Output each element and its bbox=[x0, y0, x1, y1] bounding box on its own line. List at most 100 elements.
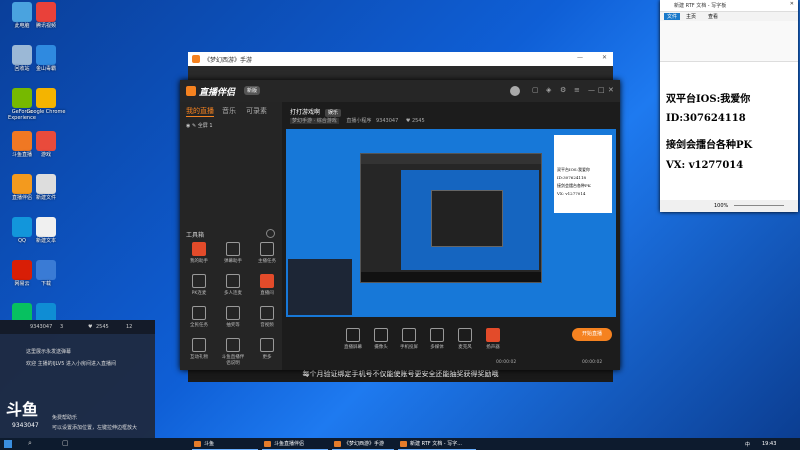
desktop-icon[interactable]: 新建文件 bbox=[26, 174, 66, 201]
tab-file[interactable]: 文件 bbox=[664, 13, 681, 20]
tool-icon bbox=[260, 306, 274, 320]
taskbar-app[interactable]: 斗鱼直播伴侣 bbox=[262, 438, 328, 450]
tool-button[interactable]: 互动礼物 bbox=[186, 338, 212, 360]
menu-icon[interactable]: ≡ bbox=[574, 86, 580, 94]
tools-grid: 我的助手 弹幕助手 主播任务 PK连麦 多人连麦 直播间全民任务 抽奖等 音视频互动礼物 斗鱼直… bbox=[180, 242, 282, 370]
tool-button[interactable]: 我的助手 bbox=[186, 242, 212, 264]
wordpad-title: 新建 RTF 文档 - 写字板 bbox=[674, 3, 727, 9]
app-icon bbox=[36, 88, 56, 108]
eye-icon: ◉ ✎ bbox=[186, 123, 198, 129]
desktop-icon-label: 游戏 bbox=[40, 152, 51, 158]
scene-panel: 我的直播 音乐 可录素 ◉ ✎ 全屏 1 工具箱 我的助手 弹幕助手 主播任务 PK连… bbox=[180, 102, 282, 370]
control-button[interactable]: 手机投屏 bbox=[396, 328, 422, 350]
category-label[interactable]: 梦幻手游 · 综合游戏 bbox=[290, 118, 339, 124]
fans-count: 2545 bbox=[411, 118, 425, 124]
chat-message: 免费帮助乐 bbox=[52, 415, 78, 421]
scene-item[interactable]: ◉ ✎ 全屏 1 bbox=[186, 122, 213, 129]
nested-wordpad-line: 双平台IOS:我爱你 bbox=[557, 167, 590, 172]
zoom-level: 100% bbox=[714, 203, 729, 209]
tool-button[interactable]: 抽奖等 bbox=[220, 306, 246, 328]
zoom-slider[interactable] bbox=[734, 205, 784, 206]
desktop-icon[interactable]: 金山毒霸 bbox=[26, 45, 66, 72]
minimize-icon[interactable]: — bbox=[577, 54, 583, 61]
stream-preview[interactable]: 双平台IOS:我爱你 ID:307624118 接剑会擂台各种PK VX: v1… bbox=[286, 129, 616, 317]
app-logo-text: 直播伴侣 bbox=[199, 88, 236, 98]
tool-button[interactable]: PK连麦 bbox=[186, 274, 212, 296]
tools-more-icon[interactable] bbox=[266, 229, 275, 238]
control-button[interactable]: 扬声器 bbox=[480, 328, 506, 350]
desktop-icon[interactable]: 腾讯视频 bbox=[26, 2, 66, 29]
tool-button[interactable]: 直播间 bbox=[254, 274, 280, 296]
tool-icon bbox=[226, 242, 240, 256]
room-title: 打打游戏啊 娱乐 bbox=[290, 107, 341, 117]
room-title-text: 打打游戏啊 bbox=[290, 109, 321, 116]
minimize-icon[interactable]: — bbox=[588, 86, 595, 94]
avatar[interactable] bbox=[510, 86, 520, 96]
settings-icon[interactable]: ⚙ bbox=[560, 86, 566, 94]
chat-count-a: 3 bbox=[60, 324, 64, 330]
message-icon[interactable]: ▢ bbox=[532, 86, 539, 94]
tool-button[interactable]: 多人连麦 bbox=[220, 274, 246, 296]
control-button[interactable]: 直播屏幕 bbox=[340, 328, 366, 350]
chat-room-id: 9343047 bbox=[30, 324, 53, 330]
game-title-bar[interactable]: 《梦幻西游》手游 — ✕ bbox=[188, 52, 613, 66]
desktop-icon-label: 金山毒霸 bbox=[35, 66, 56, 72]
tool-label: 更多 bbox=[262, 355, 272, 360]
tool-button[interactable]: 斗鱼直播伴侣说明 bbox=[220, 338, 246, 366]
maximize-icon[interactable]: □ bbox=[598, 86, 605, 94]
taskbar-app[interactable]: 《梦幻西游》手游 bbox=[332, 438, 394, 450]
nested-caption bbox=[361, 272, 541, 282]
desktop-icon[interactable]: 下载 bbox=[26, 260, 66, 287]
desktop-icon[interactable]: Google Chrome bbox=[26, 88, 66, 115]
chat-message: 欢迎 主播的IJLV5 进入小房间进入直播间 bbox=[26, 361, 116, 367]
desktop-icon[interactable]: 新建文本 bbox=[26, 217, 66, 244]
close-icon[interactable]: ✕ bbox=[790, 1, 794, 7]
tool-button[interactable]: 更多 bbox=[254, 338, 280, 360]
tool-label: 弹幕助手 bbox=[224, 259, 242, 264]
app-logo-icon bbox=[186, 86, 196, 96]
nested-header bbox=[361, 154, 541, 164]
tool-button[interactable]: 音视频 bbox=[254, 306, 280, 328]
taskbar-app[interactable]: 斗鱼 bbox=[192, 438, 258, 450]
tool-label: 音视频 bbox=[260, 323, 274, 328]
version-badge: 新版 bbox=[244, 86, 261, 95]
taskbar-app[interactable]: 新建 RTF 文档 - 写字... bbox=[398, 438, 476, 450]
tool-label: 直播间 bbox=[260, 291, 274, 296]
clock[interactable]: 19:43 bbox=[762, 441, 776, 447]
tab-home[interactable]: 主页 bbox=[686, 13, 696, 20]
desktop-icon-label: Google Chrome bbox=[26, 109, 66, 115]
app-icon bbox=[36, 260, 56, 280]
close-icon[interactable]: ✕ bbox=[608, 86, 614, 94]
room-id: 9343047 bbox=[375, 118, 399, 124]
preview-panel: 打打游戏啊 娱乐 梦幻手游 · 综合游戏 直播小程序 9343047 ♥ 254… bbox=[282, 102, 620, 370]
input-language[interactable]: 中 bbox=[745, 441, 750, 448]
tab-material[interactable]: 可录素 bbox=[246, 106, 267, 116]
control-label: 直播屏幕 bbox=[344, 345, 362, 350]
control-icon bbox=[346, 328, 360, 342]
control-button[interactable]: 多媒体 bbox=[424, 328, 450, 350]
tab-music[interactable]: 音乐 bbox=[222, 106, 236, 116]
tool-button[interactable]: 弹幕助手 bbox=[220, 242, 246, 264]
control-icon bbox=[374, 328, 388, 342]
fans-icon: ♥ bbox=[405, 118, 411, 124]
live-controls: 直播屏幕 摄像头 手机投屏 多媒体 麦克风 扬声器 bbox=[282, 324, 620, 364]
room-tag[interactable]: 娱乐 bbox=[324, 109, 341, 117]
live-app-window[interactable]: 直播伴侣 新版 ▢ ◈ ⚙ ≡ — □ ✕ 我的直播 音乐 可录素 ◉ ✎ 全屏… bbox=[180, 80, 620, 370]
control-button[interactable]: 摄像头 bbox=[368, 328, 394, 350]
tool-button[interactable]: 全民任务 bbox=[186, 306, 212, 328]
tool-label: 全民任务 bbox=[190, 323, 208, 328]
time-right: 00:00:02 bbox=[582, 360, 603, 365]
tab-my-live[interactable]: 我的直播 bbox=[186, 106, 214, 117]
control-button[interactable]: 麦克风 bbox=[452, 328, 478, 350]
start-live-button[interactable]: 开始直播 bbox=[572, 328, 612, 341]
close-icon[interactable]: ✕ bbox=[602, 54, 607, 61]
tool-button[interactable]: 主播任务 bbox=[254, 242, 280, 264]
desktop-icon[interactable]: 游戏 bbox=[26, 131, 66, 158]
tool-icon bbox=[226, 306, 240, 320]
game-app-icon bbox=[192, 55, 200, 63]
tab-view[interactable]: 查看 bbox=[708, 13, 718, 20]
wordpad-window[interactable]: 新建 RTF 文档 - 写字板 ✕ 文件 主页 查看 双平台IOS:我爱你 ID… bbox=[660, 0, 798, 212]
app-icon bbox=[36, 217, 56, 237]
gift-icon[interactable]: ◈ bbox=[546, 86, 551, 94]
watermark-room-id: 9343047 bbox=[12, 422, 39, 429]
